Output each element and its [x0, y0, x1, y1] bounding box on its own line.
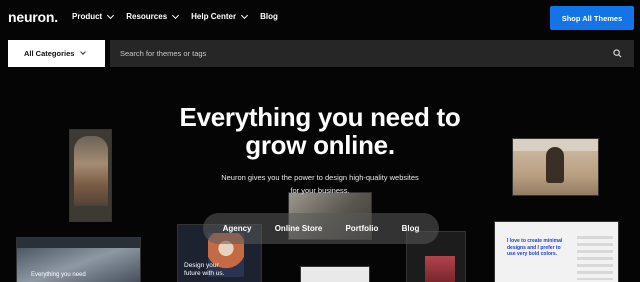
search-field [110, 40, 634, 67]
filter-agency[interactable]: Agency [223, 224, 252, 233]
theme-preview-portrait[interactable] [69, 129, 112, 222]
preview-image [74, 136, 108, 206]
nav-menu: Product Resources Help Center Blog [72, 11, 291, 21]
chevron-down-icon [241, 11, 249, 19]
chevron-down-icon [107, 11, 115, 19]
preview-image [425, 256, 455, 282]
search-bar: All Categories [8, 40, 634, 67]
preview-text: I love to create minimal designs and I p… [507, 238, 563, 257]
theme-preview-desert[interactable] [512, 138, 599, 196]
shop-all-themes-button[interactable]: Shop All Themes [550, 6, 634, 30]
theme-preview-minimal[interactable]: I love to create minimal designs and I p… [494, 221, 619, 282]
category-filter-bar: Agency Online Store Portfolio Blog [203, 213, 439, 244]
top-navigation: neuron. Product Resources Help Center Bl… [0, 0, 640, 35]
filter-online-store[interactable]: Online Store [275, 224, 323, 233]
search-input[interactable] [120, 49, 600, 58]
preview-text: Design your future with us. [184, 262, 225, 277]
chevron-down-icon [172, 11, 180, 19]
nav-item-label: Blog [260, 12, 278, 21]
theme-preview-store[interactable] [300, 266, 370, 282]
filter-portfolio[interactable]: Portfolio [345, 224, 378, 233]
brand-logo[interactable]: neuron. [8, 9, 58, 25]
preview-image [577, 236, 613, 280]
search-icon[interactable] [613, 49, 622, 58]
category-select[interactable]: All Categories [8, 40, 105, 67]
chevron-down-icon [80, 49, 87, 55]
category-select-value: All Categories [24, 49, 75, 58]
nav-item-blog[interactable]: Blog [260, 12, 278, 21]
hero-title: Everything you need to grow online. [179, 102, 461, 160]
nav-item-label: Resources [126, 12, 168, 21]
nav-item-label: Product [72, 12, 103, 21]
preview-text: Everything you need [31, 272, 86, 278]
nav-item-label: Help Center [191, 12, 237, 21]
theme-preview-building[interactable]: Everything you need [16, 237, 141, 282]
preview-figure [546, 147, 564, 183]
nav-item-product[interactable]: Product [72, 11, 115, 21]
nav-item-help-center[interactable]: Help Center [191, 11, 249, 21]
filter-blog[interactable]: Blog [402, 224, 420, 233]
nav-item-resources[interactable]: Resources [126, 11, 180, 21]
hero-subtitle: Neuron gives you the power to design hig… [221, 173, 419, 195]
